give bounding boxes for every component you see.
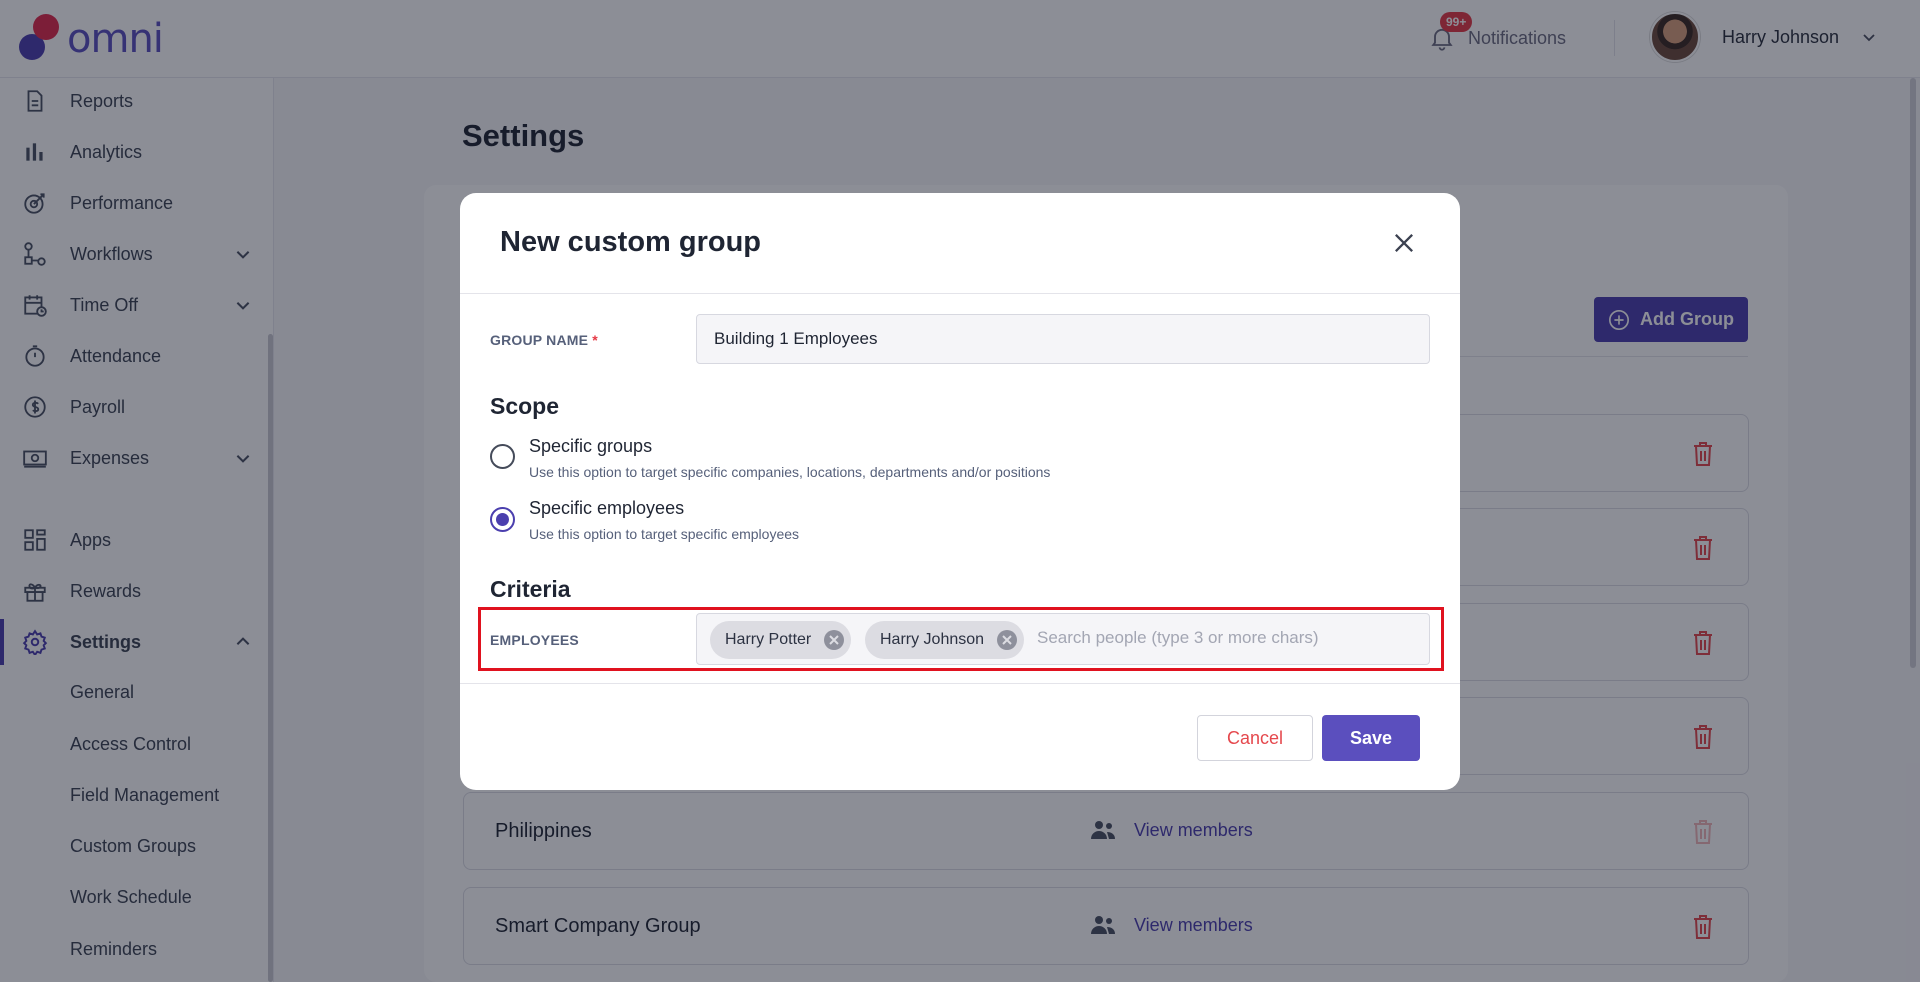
option-description: Use this option to target specific compa… (529, 464, 1051, 480)
modal-divider (460, 683, 1460, 684)
group-name-label: GROUP NAME * (490, 332, 598, 348)
new-custom-group-modal: New custom group GROUP NAME * Scope Spec… (460, 193, 1460, 790)
required-mark: * (592, 332, 598, 348)
modal-title: New custom group (500, 226, 762, 258)
scope-heading: Scope (490, 393, 560, 419)
remove-chip-icon[interactable] (823, 629, 845, 651)
employee-chip: Harry Johnson (865, 621, 1025, 659)
chip-label: Harry Potter (725, 631, 812, 648)
modal-divider (460, 293, 1460, 294)
employee-chip: Harry Potter (710, 621, 852, 659)
group-name-input[interactable] (696, 314, 1430, 364)
close-icon[interactable] (1390, 229, 1418, 257)
employees-multiselect[interactable]: Harry Potter Harry Johnson Search people… (696, 613, 1430, 665)
option-description: Use this option to target specific emplo… (529, 526, 800, 542)
employee-search-placeholder[interactable]: Search people (type 3 or more chars) (1037, 628, 1319, 648)
save-button[interactable]: Save (1322, 715, 1420, 761)
option-title[interactable]: Specific groups (529, 436, 652, 457)
chip-label: Harry Johnson (880, 631, 985, 648)
group-name-label-text: GROUP NAME (490, 332, 589, 348)
option-title[interactable]: Specific employees (529, 498, 684, 519)
employees-label: EMPLOYEES (490, 632, 579, 648)
radio-specific-employees[interactable] (490, 507, 515, 532)
remove-chip-icon[interactable] (996, 629, 1018, 651)
cancel-button[interactable]: Cancel (1197, 715, 1313, 761)
criteria-heading: Criteria (490, 576, 571, 602)
radio-specific-groups[interactable] (490, 444, 515, 469)
